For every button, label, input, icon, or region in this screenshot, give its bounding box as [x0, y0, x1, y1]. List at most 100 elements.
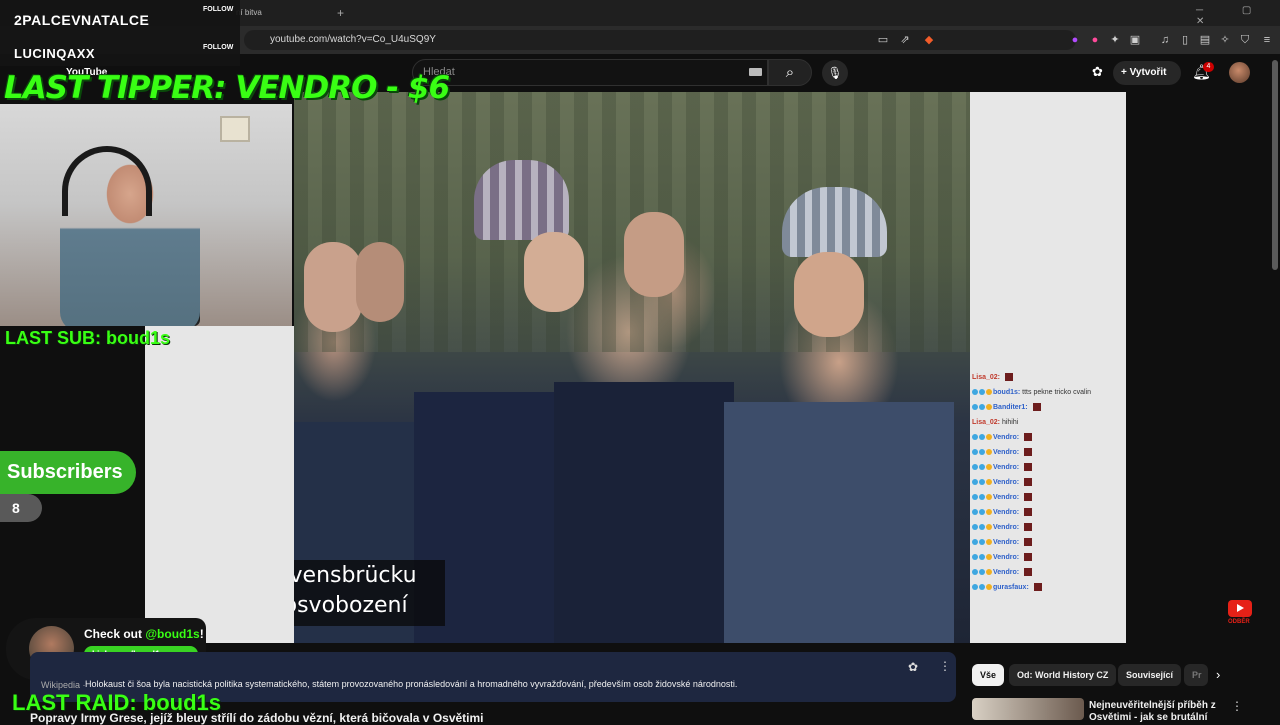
chip-related[interactable]: Související	[1118, 664, 1182, 686]
create-button[interactable]: + Vytvořit	[1113, 61, 1181, 85]
video-face	[624, 212, 684, 297]
extension-icon[interactable]: ●	[1088, 33, 1102, 47]
chat-text: ttts pekne tricko cvalin	[1022, 389, 1092, 396]
emote-icon	[1032, 403, 1041, 412]
chat-message: Banditer1:	[972, 400, 1126, 415]
more-vert-icon[interactable]: ⋮	[939, 659, 951, 673]
chat-username[interactable]: Vendro:	[993, 479, 1021, 486]
badge-icon	[979, 524, 985, 531]
last-tipper-label: LAST TIPPER: VENDRO - $6	[4, 70, 450, 106]
emote-icon	[1024, 493, 1033, 502]
badge-icon	[979, 509, 985, 516]
chat-username[interactable]: Lisa_02:	[972, 419, 1002, 426]
emote-icon	[1024, 433, 1033, 442]
badge-icon	[986, 434, 992, 441]
video-figure	[554, 382, 734, 643]
badge-icon	[986, 554, 992, 561]
brave-shield-icon[interactable]: ◆	[922, 33, 936, 47]
badge-icon	[986, 569, 992, 576]
chat-username[interactable]: Vendro:	[993, 449, 1021, 456]
puzzle-icon[interactable]: ✦	[1108, 33, 1122, 47]
badge-icon	[972, 434, 978, 441]
chat-username[interactable]: Vendro:	[993, 569, 1021, 576]
more-vert-icon[interactable]: ⋮	[1231, 699, 1243, 713]
chat-username[interactable]: Banditer1:	[993, 404, 1030, 411]
badge-icon	[979, 404, 985, 411]
webcam-feed	[0, 104, 292, 326]
chat-username[interactable]: Vendro:	[993, 509, 1021, 516]
badge-icon	[979, 389, 985, 396]
chat-message: Vendro:	[972, 475, 1126, 490]
search-input[interactable]	[412, 59, 768, 86]
emote-icon	[1024, 448, 1033, 457]
emote-icon	[1024, 568, 1033, 577]
chip-partial[interactable]: Pr	[1184, 664, 1208, 686]
extension-icon[interactable]: ●	[1068, 33, 1082, 47]
chevron-right-icon[interactable]: ›	[1216, 667, 1220, 682]
badge-icon	[986, 404, 992, 411]
settings-icon[interactable]: ✿	[1092, 64, 1103, 80]
chat-message: boud1s: ttts pekne tricko cvalin	[972, 385, 1126, 400]
badge-icon	[972, 539, 978, 546]
description-source[interactable]: Wikipedia ·	[41, 680, 86, 690]
follow-button[interactable]: FOLLOW	[203, 44, 233, 51]
badge-icon	[972, 404, 978, 411]
vpn-icon[interactable]: ⛉	[1238, 33, 1252, 47]
music-icon[interactable]: ♫	[1158, 33, 1172, 47]
chat-message: Vendro:	[972, 565, 1126, 580]
wallet-icon[interactable]: ▤	[1198, 33, 1212, 47]
chat-username[interactable]: Vendro:	[993, 464, 1021, 471]
chat-username[interactable]: gurasfaux:	[993, 584, 1031, 591]
address-url[interactable]: youtube.com/watch?v=Co_U4uSQ9Y	[270, 34, 436, 45]
badge-icon	[979, 554, 985, 561]
recommended-thumbnail[interactable]	[972, 698, 1084, 720]
chat-username[interactable]: Vendro:	[993, 554, 1021, 561]
extension-icon[interactable]: ▣	[1128, 33, 1142, 47]
avatar[interactable]	[1229, 62, 1250, 83]
emote-icon	[1024, 553, 1033, 562]
share-icon[interactable]: ⇗	[898, 33, 912, 47]
sidebar-icon[interactable]: ▯	[1178, 33, 1192, 47]
emote-icon	[1004, 373, 1013, 382]
notification-badge: 4	[1203, 62, 1214, 72]
recommended-title[interactable]: Nejneuvěřitelnější příběh z Osvětimi - j…	[1089, 700, 1219, 724]
keyboard-icon[interactable]	[749, 68, 762, 76]
chip-channel[interactable]: Od: World History CZ	[1009, 664, 1117, 686]
cast-icon[interactable]: ▭	[876, 33, 890, 47]
chat-username[interactable]: Vendro:	[993, 434, 1021, 441]
badge-icon	[972, 479, 978, 486]
chat-username[interactable]: Vendro:	[993, 539, 1021, 546]
leo-icon[interactable]: ✧	[1218, 33, 1232, 47]
checkout-suffix: !	[199, 627, 204, 641]
chat-username[interactable]: boud1s:	[993, 389, 1022, 396]
mic-icon: 🎙︎	[827, 66, 843, 80]
new-tab-button[interactable]: +	[337, 6, 344, 20]
window-controls[interactable]: ─ ▢ ✕	[1196, 5, 1280, 27]
wall-picture	[220, 116, 250, 142]
chat-username[interactable]: Lisa_02:	[972, 374, 1002, 381]
search-button[interactable]: ⌕	[768, 59, 812, 86]
follower-name: 2PALCEVNATALCE	[14, 12, 150, 28]
badge-icon	[972, 494, 978, 501]
chat-text: hihihi	[1001, 419, 1019, 426]
description-text: Holokaust či šoa byla nacistická politik…	[85, 679, 738, 689]
youtube-subscribe-icon[interactable]	[1228, 600, 1252, 617]
badge-icon	[986, 464, 992, 471]
search-icon: ⌕	[785, 64, 795, 81]
mic-button[interactable]: 🎙︎	[822, 60, 848, 86]
chat-username[interactable]: Vendro:	[993, 524, 1021, 531]
chat-message: Vendro:	[972, 505, 1126, 520]
chat-message: Vendro:	[972, 430, 1126, 445]
emote-icon	[1024, 478, 1033, 487]
badge-icon	[979, 449, 985, 456]
chat-username[interactable]: Vendro:	[993, 494, 1021, 501]
badge-icon	[972, 389, 978, 396]
settings-icon[interactable]: ✿	[908, 660, 918, 674]
scrollbar[interactable]	[1272, 60, 1278, 270]
follow-button[interactable]: FOLLOW	[203, 6, 233, 13]
menu-icon[interactable]: ≡	[1260, 33, 1274, 47]
subscribe-label[interactable]: ODBĚR	[1228, 619, 1250, 625]
chip-all[interactable]: Vše	[972, 664, 1005, 686]
badge-icon	[986, 524, 992, 531]
chat-message: Vendro:	[972, 520, 1126, 535]
